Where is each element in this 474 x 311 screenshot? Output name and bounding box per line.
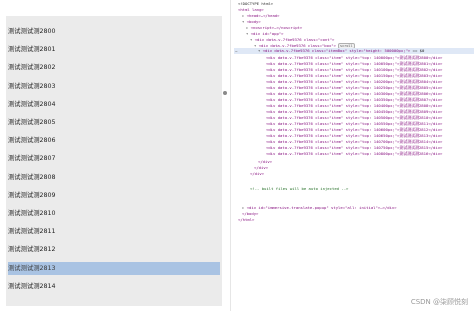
list-item[interactable]: 测试测试测2814: [8, 280, 220, 293]
rendered-page: 测试测试测2800 测试测试测2801 测试测试测2802 测试测试测2803 测试测试…: [0, 0, 230, 311]
item-div-markup: <div data-v-7fbe9376 class="item" style=…: [266, 151, 443, 156]
item-div-markup: <div data-v-7fbe9376 class="item" style=…: [266, 73, 443, 78]
list-item[interactable]: 测试测试测2802: [8, 61, 220, 74]
list-item[interactable]: 测试测试测2813: [8, 261, 220, 275]
item-div-markup: <div data-v-7fbe9376 class="item" style=…: [266, 85, 443, 90]
close-div-node[interactable]: </div>: [250, 171, 264, 177]
list-item[interactable]: 测试测试测2806: [8, 134, 220, 147]
item-div-markup: <div data-v-7fbe9376 class="item" style=…: [266, 121, 443, 126]
more-dots-icon[interactable]: …: [235, 48, 237, 54]
itembox-div-node[interactable]: … ▾ <div data-v-7fbe9376 class="itemBox" …: [234, 48, 474, 54]
item-div-markup: <div data-v-7fbe9376 class="item" style=…: [266, 133, 443, 138]
item-div-markup: <div data-v-7fbe9376 class="item" style=…: [266, 79, 443, 84]
list-item[interactable]: 测试测试测2804: [8, 98, 220, 111]
comment-node[interactable]: <!-- built files will be auto injected -…: [250, 186, 348, 192]
list-item[interactable]: 测试测试测2811: [8, 225, 220, 238]
list-item[interactable]: 测试测试测2812: [8, 243, 220, 256]
popup-div-node[interactable]: ▸ <div id="immersive-translate-popup" st…: [242, 205, 397, 211]
item-div-markup: <div data-v-7fbe9376 class="item" style=…: [266, 115, 443, 120]
item-div-markup: <div data-v-7fbe9376 class="item" style=…: [266, 91, 443, 96]
scroll-list-box[interactable]: 测试测试测2800 测试测试测2801 测试测试测2802 测试测试测2803 测试测试…: [6, 16, 222, 306]
watermark-text: CSDN @柒顾悦刻: [410, 298, 468, 306]
list-item[interactable]: 测试测试测2809: [8, 189, 220, 202]
item-div-markup: <div data-v-7fbe9376 class="item" style=…: [266, 55, 443, 60]
list-item[interactable]: 测试测试测2808: [8, 171, 220, 184]
item-div-markup: <div data-v-7fbe9376 class="item" style=…: [266, 127, 443, 132]
item-div-node[interactable]: <div data-v-7fbe9376 class="item" style=…: [266, 151, 442, 157]
list-item[interactable]: 测试测试测2803: [8, 80, 220, 93]
item-div-markup: <div data-v-7fbe9376 class="item" style=…: [266, 139, 443, 144]
devtools-elements-panel: <!DOCTYPE html> <html lang> ▸ <head>…</h…: [234, 0, 474, 311]
item-div-markup: <div data-v-7fbe9376 class="item" style=…: [266, 97, 443, 102]
list-item[interactable]: 测试测试测2805: [8, 116, 220, 129]
list-item[interactable]: 测试测试测2810: [8, 207, 220, 220]
item-div-markup: <div data-v-7fbe9376 class="item" style=…: [266, 61, 443, 66]
item-div-markup: <div data-v-7fbe9376 class="item" style=…: [266, 103, 443, 108]
item-div-markup: <div data-v-7fbe9376 class="item" style=…: [266, 67, 443, 72]
list-item[interactable]: 测试测试测2800: [8, 25, 220, 38]
item-div-markup: <div data-v-7fbe9376 class="item" style=…: [266, 145, 443, 150]
list-item[interactable]: 测试测试测2801: [8, 43, 220, 56]
drag-handle-icon[interactable]: [223, 91, 227, 95]
list-item[interactable]: 测试测试测2807: [8, 152, 220, 165]
item-div-markup: <div data-v-7fbe9376 class="item" style=…: [266, 109, 443, 114]
html-close-node[interactable]: </html>: [238, 217, 254, 223]
